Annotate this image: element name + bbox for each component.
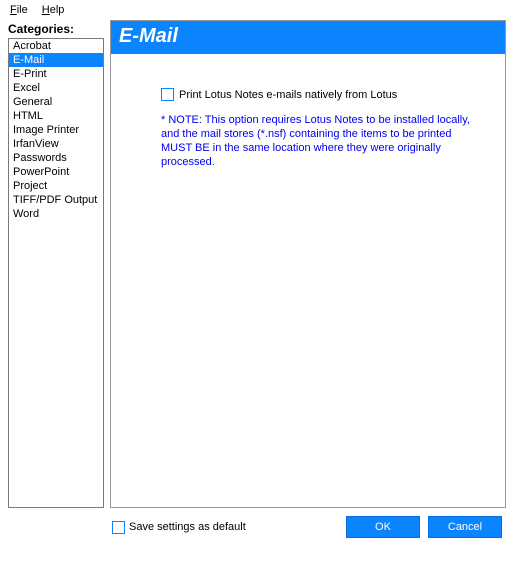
print-lotus-checkbox[interactable] bbox=[161, 88, 174, 101]
menu-help[interactable]: Help bbox=[42, 4, 65, 16]
category-item[interactable]: Word bbox=[9, 207, 103, 221]
ok-button[interactable]: OK bbox=[346, 516, 420, 538]
category-item[interactable]: Acrobat bbox=[9, 39, 103, 53]
category-item[interactable]: Project bbox=[9, 179, 103, 193]
categories-listbox[interactable]: AcrobatE-MailE-PrintExcelGeneralHTMLImag… bbox=[8, 38, 104, 508]
category-item[interactable]: Excel bbox=[9, 81, 103, 95]
category-item[interactable]: E-Mail bbox=[9, 53, 103, 67]
settings-panel: Print Lotus Notes e-mails natively from … bbox=[110, 54, 506, 508]
note-text: * NOTE: This option requires Lotus Notes… bbox=[161, 113, 491, 169]
category-item[interactable]: TIFF/PDF Output bbox=[9, 193, 103, 207]
cancel-button[interactable]: Cancel bbox=[428, 516, 502, 538]
save-default-checkbox[interactable] bbox=[112, 521, 125, 534]
category-item[interactable]: Passwords bbox=[9, 151, 103, 165]
category-item[interactable]: IrfanView bbox=[9, 137, 103, 151]
menu-file[interactable]: File bbox=[10, 4, 28, 16]
category-item[interactable]: General bbox=[9, 95, 103, 109]
category-item[interactable]: PowerPoint bbox=[9, 165, 103, 179]
print-lotus-label: Print Lotus Notes e-mails natively from … bbox=[179, 89, 397, 101]
category-item[interactable]: HTML bbox=[9, 109, 103, 123]
categories-label: Categories: bbox=[8, 22, 104, 36]
menubar: File Help bbox=[0, 0, 514, 20]
category-item[interactable]: E-Print bbox=[9, 67, 103, 81]
panel-title: E-Mail bbox=[110, 20, 506, 54]
save-default-label: Save settings as default bbox=[129, 521, 246, 533]
category-item[interactable]: Image Printer bbox=[9, 123, 103, 137]
